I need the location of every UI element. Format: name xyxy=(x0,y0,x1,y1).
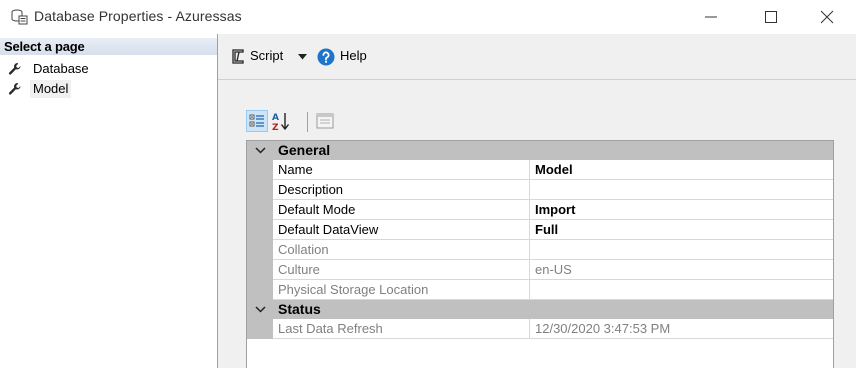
toolbar-separator xyxy=(307,112,308,132)
property-value-default-mode[interactable]: Import xyxy=(530,200,833,220)
property-name: Name xyxy=(273,160,530,180)
row-gutter xyxy=(247,240,273,260)
close-icon xyxy=(820,10,834,24)
property-name: Default Mode xyxy=(273,200,530,220)
close-button[interactable] xyxy=(804,0,850,34)
property-grid: General Name Model Description Default M… xyxy=(246,140,834,368)
property-value-default-dataview[interactable]: Full xyxy=(530,220,833,240)
property-row-name[interactable]: Name Model xyxy=(247,160,833,180)
property-name: Collation xyxy=(273,240,530,260)
property-value-culture: en-US xyxy=(530,260,833,280)
property-row-physical-storage-location[interactable]: Physical Storage Location xyxy=(247,280,833,300)
sidebar-item-label: Database xyxy=(33,61,89,76)
property-row-collation[interactable]: Collation xyxy=(247,240,833,260)
categorized-view-button[interactable] xyxy=(246,110,268,132)
property-row-default-dataview[interactable]: Default DataView Full xyxy=(247,220,833,240)
dialog-toolbar: Script Help xyxy=(218,34,856,80)
property-value-collation xyxy=(530,240,833,260)
row-gutter xyxy=(247,319,273,339)
row-gutter xyxy=(247,180,273,200)
category-status[interactable]: Status xyxy=(247,300,833,319)
help-icon[interactable] xyxy=(317,48,335,66)
property-name: Description xyxy=(273,180,530,200)
categorized-view-icon xyxy=(249,114,264,127)
minimize-icon xyxy=(705,16,717,18)
wrench-icon xyxy=(8,63,21,75)
property-value-description[interactable] xyxy=(530,180,833,200)
property-grid-toolbar: A Z xyxy=(246,110,366,134)
wrench-icon xyxy=(8,83,21,95)
maximize-icon xyxy=(765,11,777,23)
maximize-button[interactable] xyxy=(748,0,794,34)
property-pages-icon xyxy=(316,113,334,129)
sidebar-item-label: Model xyxy=(30,80,72,98)
property-name: Physical Storage Location xyxy=(273,280,530,300)
chevron-down-icon[interactable] xyxy=(298,54,307,60)
database-properties-icon xyxy=(11,9,28,25)
chevron-down-icon[interactable] xyxy=(255,145,266,156)
property-name: Culture xyxy=(273,260,530,280)
row-gutter xyxy=(247,160,273,180)
alphabetical-sort-icon: A Z xyxy=(272,113,290,132)
property-row-description[interactable]: Description xyxy=(247,180,833,200)
select-page-header: Select a page xyxy=(0,38,217,55)
minimize-button[interactable] xyxy=(688,0,734,34)
property-name: Last Data Refresh xyxy=(273,319,530,339)
window-title: Database Properties - Azuressas xyxy=(34,8,242,24)
help-button[interactable]: Help xyxy=(340,47,367,65)
property-value-last-data-refresh: 12/30/2020 3:47:53 PM xyxy=(530,319,833,339)
category-label: Status xyxy=(278,301,321,317)
property-name: Default DataView xyxy=(273,220,530,240)
property-row-default-mode[interactable]: Default Mode Import xyxy=(247,200,833,220)
property-value-physical-storage-location xyxy=(530,280,833,300)
script-icon[interactable] xyxy=(230,48,246,64)
title-bar: Database Properties - Azuressas xyxy=(0,0,856,34)
row-gutter xyxy=(247,200,273,220)
chevron-down-icon[interactable] xyxy=(255,304,266,315)
category-label: General xyxy=(278,142,331,158)
row-gutter xyxy=(247,220,273,240)
property-value-name[interactable]: Model xyxy=(530,160,833,180)
alphabetical-sort-button[interactable]: A Z xyxy=(270,110,292,132)
svg-text:Z: Z xyxy=(272,123,279,132)
svg-text:A: A xyxy=(272,113,279,123)
properties-pane: Script Help A Z General Name Model Descr… xyxy=(218,34,856,368)
row-gutter xyxy=(247,280,273,300)
property-row-last-data-refresh[interactable]: Last Data Refresh 12/30/2020 3:47:53 PM xyxy=(247,319,833,339)
property-pages-button[interactable] xyxy=(314,110,336,132)
property-row-culture[interactable]: Culture en-US xyxy=(247,260,833,280)
category-general[interactable]: General xyxy=(247,141,833,160)
page-selector-pane: Select a page Database Model xyxy=(0,34,218,368)
script-button[interactable]: Script xyxy=(250,47,283,65)
row-gutter xyxy=(247,260,273,280)
